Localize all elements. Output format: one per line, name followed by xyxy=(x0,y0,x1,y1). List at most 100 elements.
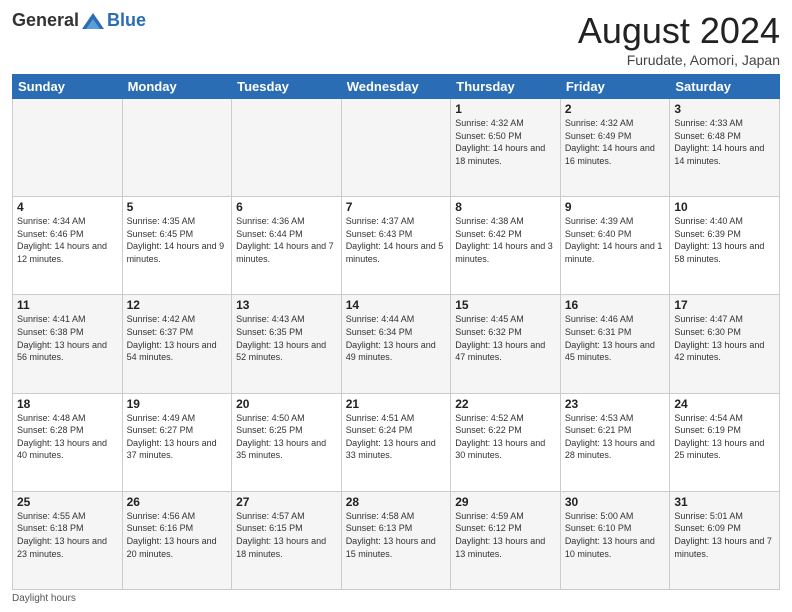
logo-icon xyxy=(82,13,104,29)
day-info: Sunrise: 4:58 AMSunset: 6:13 PMDaylight:… xyxy=(346,510,447,560)
table-row: 11Sunrise: 4:41 AMSunset: 6:38 PMDayligh… xyxy=(13,295,123,393)
page-container: General Blue August 2024 Furudate, Aomor… xyxy=(0,0,792,612)
table-row: 18Sunrise: 4:48 AMSunset: 6:28 PMDayligh… xyxy=(13,393,123,491)
table-row: 30Sunrise: 5:00 AMSunset: 6:10 PMDayligh… xyxy=(560,491,670,589)
table-row: 19Sunrise: 4:49 AMSunset: 6:27 PMDayligh… xyxy=(122,393,232,491)
table-row xyxy=(232,99,342,197)
table-row: 13Sunrise: 4:43 AMSunset: 6:35 PMDayligh… xyxy=(232,295,342,393)
table-row: 24Sunrise: 4:54 AMSunset: 6:19 PMDayligh… xyxy=(670,393,780,491)
day-number: 14 xyxy=(346,298,447,312)
table-row: 20Sunrise: 4:50 AMSunset: 6:25 PMDayligh… xyxy=(232,393,342,491)
col-monday: Monday xyxy=(122,75,232,99)
day-info: Sunrise: 4:46 AMSunset: 6:31 PMDaylight:… xyxy=(565,313,666,363)
day-number: 23 xyxy=(565,397,666,411)
day-info: Sunrise: 4:40 AMSunset: 6:39 PMDaylight:… xyxy=(674,215,775,265)
table-row: 25Sunrise: 4:55 AMSunset: 6:18 PMDayligh… xyxy=(13,491,123,589)
day-number: 15 xyxy=(455,298,556,312)
logo-blue: Blue xyxy=(107,10,146,31)
table-row: 15Sunrise: 4:45 AMSunset: 6:32 PMDayligh… xyxy=(451,295,561,393)
day-info: Sunrise: 5:01 AMSunset: 6:09 PMDaylight:… xyxy=(674,510,775,560)
day-number: 21 xyxy=(346,397,447,411)
table-row: 23Sunrise: 4:53 AMSunset: 6:21 PMDayligh… xyxy=(560,393,670,491)
day-number: 7 xyxy=(346,200,447,214)
day-number: 19 xyxy=(127,397,228,411)
day-info: Sunrise: 4:42 AMSunset: 6:37 PMDaylight:… xyxy=(127,313,228,363)
day-number: 10 xyxy=(674,200,775,214)
day-info: Sunrise: 4:41 AMSunset: 6:38 PMDaylight:… xyxy=(17,313,118,363)
day-number: 29 xyxy=(455,495,556,509)
day-info: Sunrise: 4:32 AMSunset: 6:49 PMDaylight:… xyxy=(565,117,666,167)
day-number: 17 xyxy=(674,298,775,312)
logo: General Blue xyxy=(12,10,146,31)
day-info: Sunrise: 4:43 AMSunset: 6:35 PMDaylight:… xyxy=(236,313,337,363)
day-info: Sunrise: 4:56 AMSunset: 6:16 PMDaylight:… xyxy=(127,510,228,560)
day-info: Sunrise: 4:38 AMSunset: 6:42 PMDaylight:… xyxy=(455,215,556,265)
calendar-table: Sunday Monday Tuesday Wednesday Thursday… xyxy=(12,74,780,590)
day-info: Sunrise: 4:36 AMSunset: 6:44 PMDaylight:… xyxy=(236,215,337,265)
day-number: 25 xyxy=(17,495,118,509)
day-info: Sunrise: 4:54 AMSunset: 6:19 PMDaylight:… xyxy=(674,412,775,462)
day-number: 27 xyxy=(236,495,337,509)
table-row: 10Sunrise: 4:40 AMSunset: 6:39 PMDayligh… xyxy=(670,197,780,295)
calendar-week-row: 11Sunrise: 4:41 AMSunset: 6:38 PMDayligh… xyxy=(13,295,780,393)
day-number: 24 xyxy=(674,397,775,411)
subtitle: Furudate, Aomori, Japan xyxy=(578,52,780,68)
header: General Blue August 2024 Furudate, Aomor… xyxy=(12,10,780,68)
day-info: Sunrise: 4:50 AMSunset: 6:25 PMDaylight:… xyxy=(236,412,337,462)
logo-general: General xyxy=(12,10,79,31)
title-area: August 2024 Furudate, Aomori, Japan xyxy=(578,10,780,68)
table-row: 16Sunrise: 4:46 AMSunset: 6:31 PMDayligh… xyxy=(560,295,670,393)
day-info: Sunrise: 4:53 AMSunset: 6:21 PMDaylight:… xyxy=(565,412,666,462)
table-row: 5Sunrise: 4:35 AMSunset: 6:45 PMDaylight… xyxy=(122,197,232,295)
month-title: August 2024 xyxy=(578,10,780,52)
table-row: 12Sunrise: 4:42 AMSunset: 6:37 PMDayligh… xyxy=(122,295,232,393)
table-row xyxy=(341,99,451,197)
day-number: 18 xyxy=(17,397,118,411)
day-number: 9 xyxy=(565,200,666,214)
day-info: Sunrise: 4:33 AMSunset: 6:48 PMDaylight:… xyxy=(674,117,775,167)
day-info: Sunrise: 5:00 AMSunset: 6:10 PMDaylight:… xyxy=(565,510,666,560)
day-number: 30 xyxy=(565,495,666,509)
col-wednesday: Wednesday xyxy=(341,75,451,99)
day-info: Sunrise: 4:48 AMSunset: 6:28 PMDaylight:… xyxy=(17,412,118,462)
calendar-header-row: Sunday Monday Tuesday Wednesday Thursday… xyxy=(13,75,780,99)
calendar-week-row: 25Sunrise: 4:55 AMSunset: 6:18 PMDayligh… xyxy=(13,491,780,589)
day-number: 16 xyxy=(565,298,666,312)
table-row: 2Sunrise: 4:32 AMSunset: 6:49 PMDaylight… xyxy=(560,99,670,197)
day-number: 20 xyxy=(236,397,337,411)
day-info: Sunrise: 4:51 AMSunset: 6:24 PMDaylight:… xyxy=(346,412,447,462)
table-row: 4Sunrise: 4:34 AMSunset: 6:46 PMDaylight… xyxy=(13,197,123,295)
day-number: 11 xyxy=(17,298,118,312)
col-thursday: Thursday xyxy=(451,75,561,99)
day-number: 6 xyxy=(236,200,337,214)
day-info: Sunrise: 4:55 AMSunset: 6:18 PMDaylight:… xyxy=(17,510,118,560)
table-row: 9Sunrise: 4:39 AMSunset: 6:40 PMDaylight… xyxy=(560,197,670,295)
table-row: 3Sunrise: 4:33 AMSunset: 6:48 PMDaylight… xyxy=(670,99,780,197)
day-number: 1 xyxy=(455,102,556,116)
day-info: Sunrise: 4:47 AMSunset: 6:30 PMDaylight:… xyxy=(674,313,775,363)
day-info: Sunrise: 4:35 AMSunset: 6:45 PMDaylight:… xyxy=(127,215,228,265)
table-row: 21Sunrise: 4:51 AMSunset: 6:24 PMDayligh… xyxy=(341,393,451,491)
calendar-week-row: 4Sunrise: 4:34 AMSunset: 6:46 PMDaylight… xyxy=(13,197,780,295)
day-info: Sunrise: 4:49 AMSunset: 6:27 PMDaylight:… xyxy=(127,412,228,462)
table-row: 22Sunrise: 4:52 AMSunset: 6:22 PMDayligh… xyxy=(451,393,561,491)
table-row: 29Sunrise: 4:59 AMSunset: 6:12 PMDayligh… xyxy=(451,491,561,589)
day-info: Sunrise: 4:44 AMSunset: 6:34 PMDaylight:… xyxy=(346,313,447,363)
day-info: Sunrise: 4:39 AMSunset: 6:40 PMDaylight:… xyxy=(565,215,666,265)
footer-note: Daylight hours xyxy=(12,593,780,604)
table-row xyxy=(13,99,123,197)
col-friday: Friday xyxy=(560,75,670,99)
day-number: 22 xyxy=(455,397,556,411)
calendar-week-row: 18Sunrise: 4:48 AMSunset: 6:28 PMDayligh… xyxy=(13,393,780,491)
day-info: Sunrise: 4:59 AMSunset: 6:12 PMDaylight:… xyxy=(455,510,556,560)
day-number: 5 xyxy=(127,200,228,214)
day-info: Sunrise: 4:57 AMSunset: 6:15 PMDaylight:… xyxy=(236,510,337,560)
table-row: 6Sunrise: 4:36 AMSunset: 6:44 PMDaylight… xyxy=(232,197,342,295)
day-info: Sunrise: 4:34 AMSunset: 6:46 PMDaylight:… xyxy=(17,215,118,265)
day-number: 31 xyxy=(674,495,775,509)
day-info: Sunrise: 4:32 AMSunset: 6:50 PMDaylight:… xyxy=(455,117,556,167)
day-number: 28 xyxy=(346,495,447,509)
day-number: 13 xyxy=(236,298,337,312)
table-row: 31Sunrise: 5:01 AMSunset: 6:09 PMDayligh… xyxy=(670,491,780,589)
day-number: 12 xyxy=(127,298,228,312)
